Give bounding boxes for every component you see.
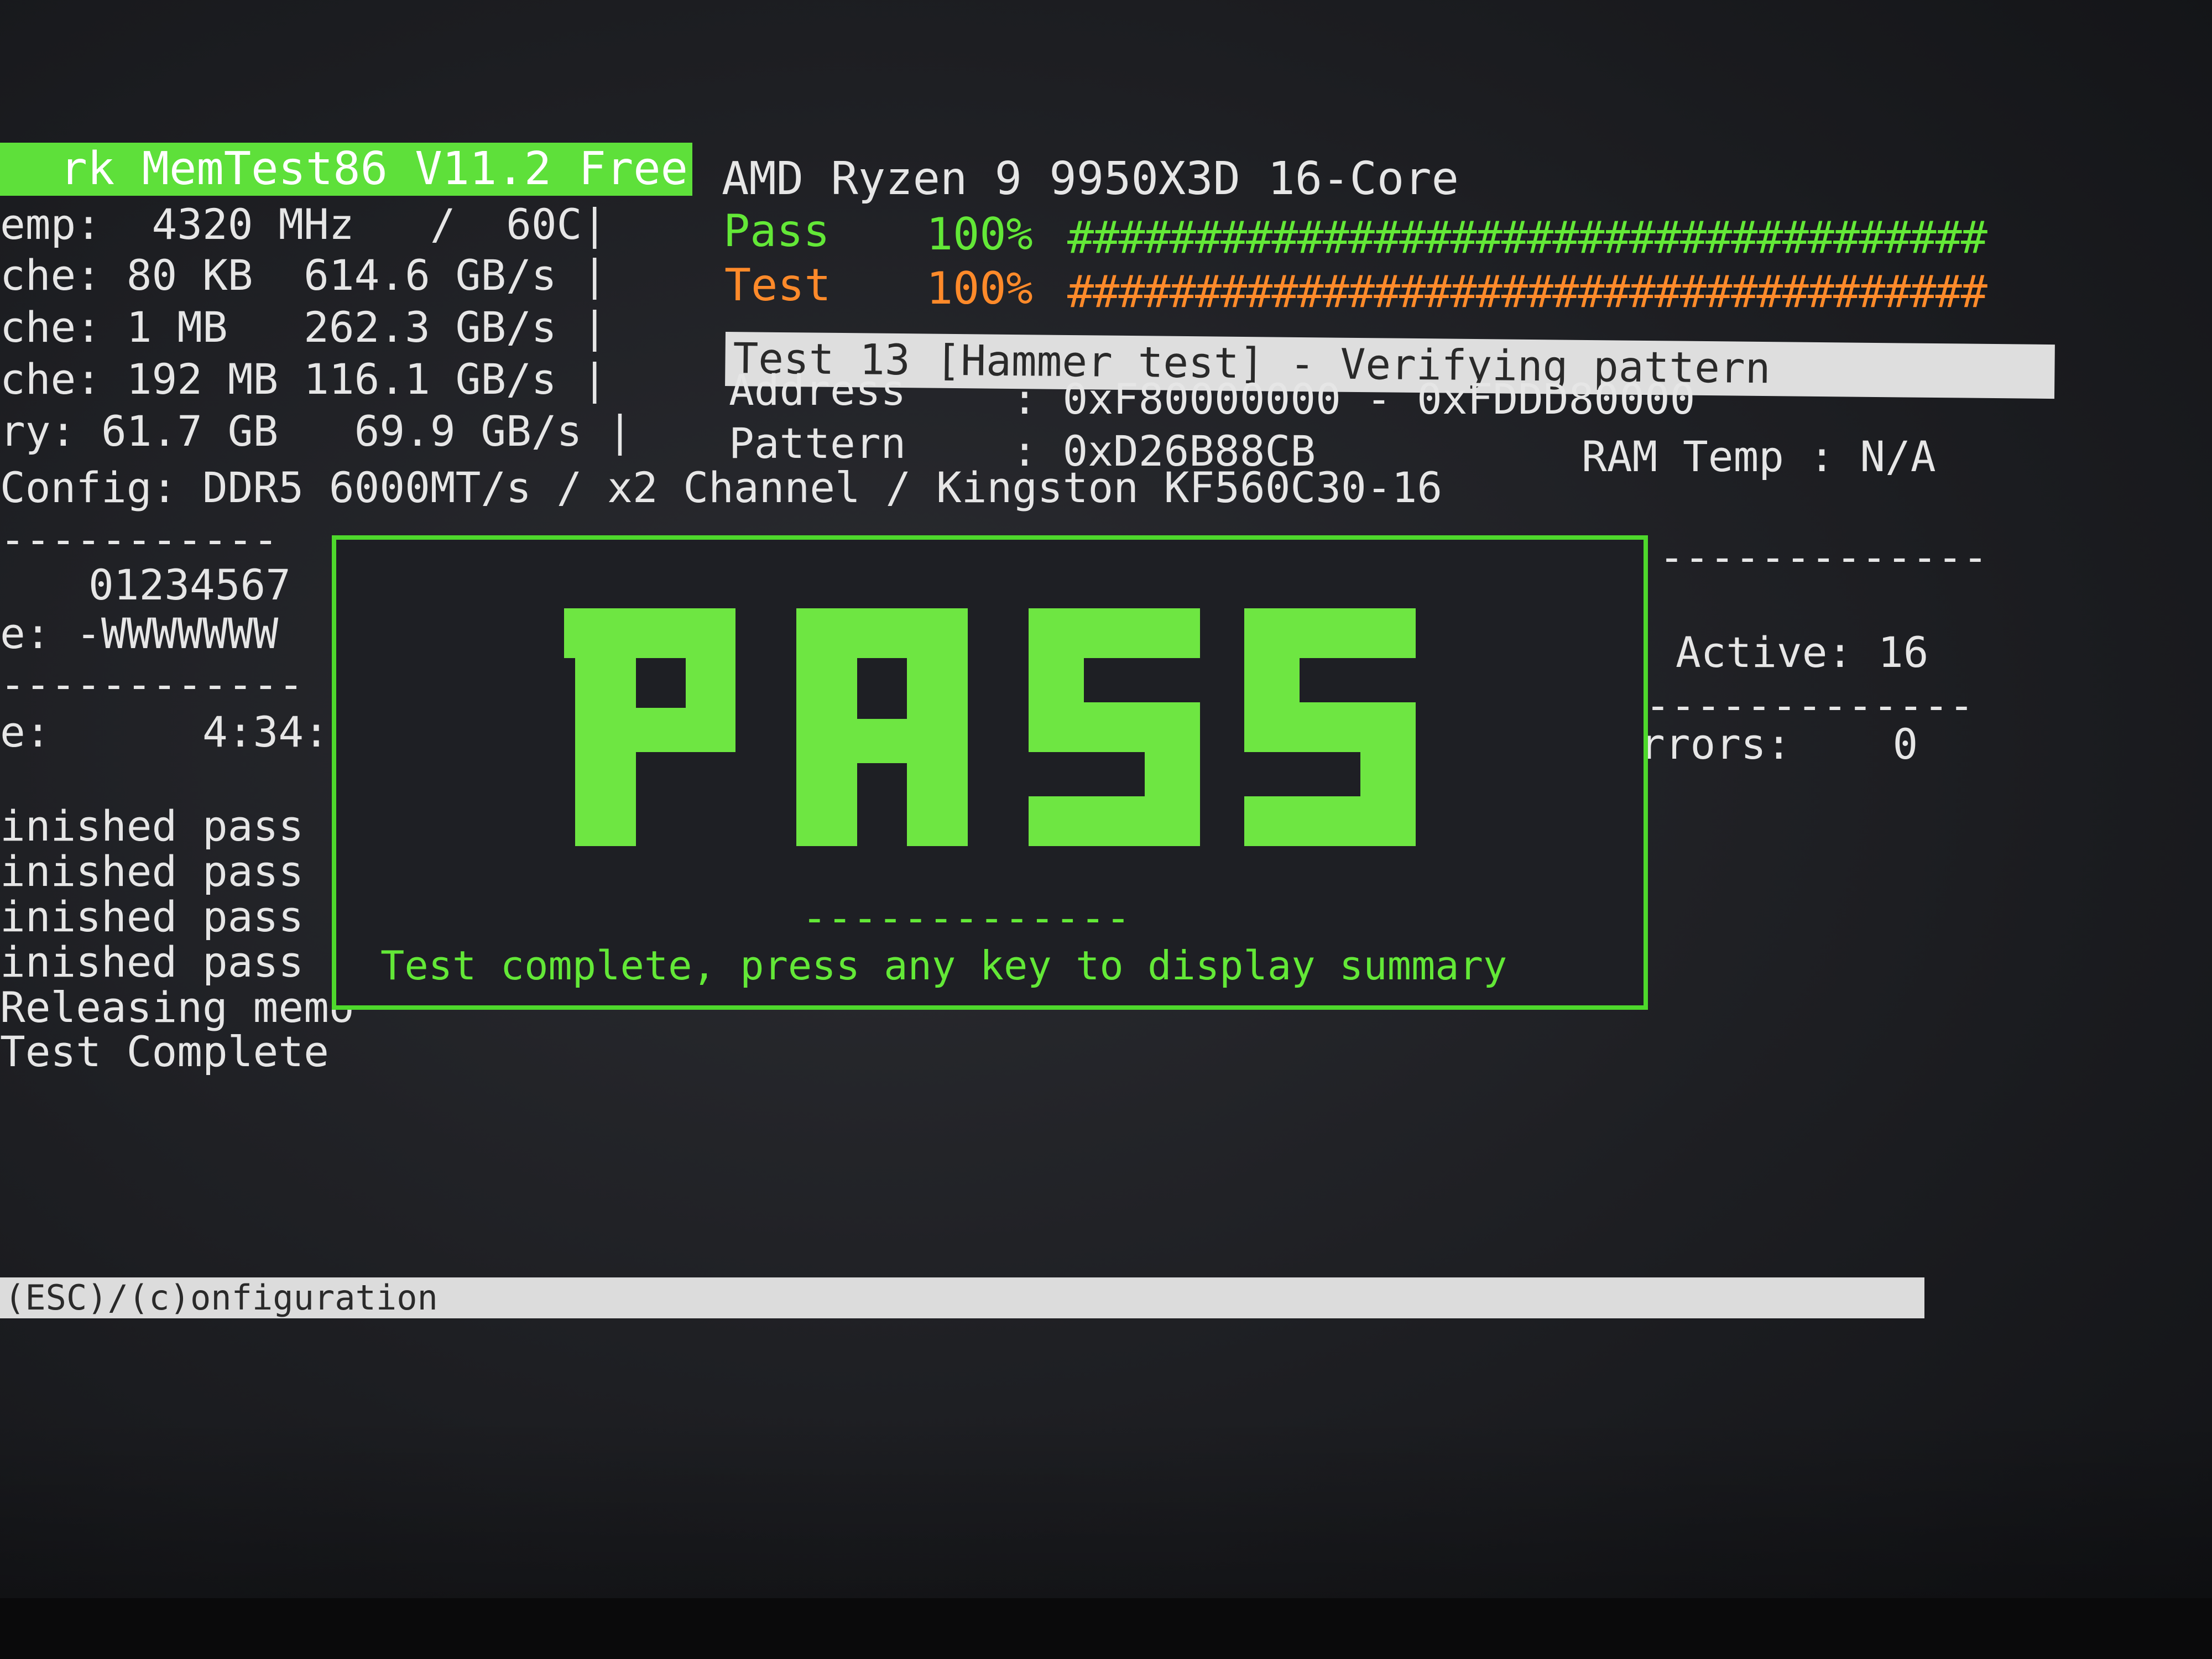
log-line: inished pass	[0, 937, 304, 987]
result-divider: -------------	[802, 893, 1131, 942]
pass-letter-s	[1029, 608, 1200, 846]
log-line: Test Complete	[0, 1027, 329, 1076]
app-title: rk MemTest86 V11.2 Free	[60, 143, 688, 195]
address-label: Address	[729, 366, 906, 415]
log-line: inished pass	[0, 847, 304, 896]
pass-label: Pass	[723, 205, 830, 257]
test-percent: 100%	[926, 263, 1033, 314]
monitor-bezel	[0, 1598, 2212, 1659]
elapsed-time: e: 4:34:	[0, 707, 329, 757]
log-line: inished pass	[0, 892, 304, 941]
pass-banner	[564, 608, 1416, 846]
stat-line-memory: ry: 61.7 GB 69.9 GB/s |	[0, 406, 633, 456]
pass-letter-s	[1244, 608, 1416, 846]
footer-hint: (ESC)/(c)onfiguration	[4, 1277, 438, 1318]
log-line: inished pass	[0, 801, 304, 851]
stat-line-clock: emp: 4320 MHz / 60C|	[0, 200, 608, 249]
log-line: Releasing memo	[0, 983, 354, 1032]
cpu-core-map: 01234567	[88, 560, 291, 609]
pass-percent: 100%	[926, 208, 1033, 260]
stat-line-l2-cache: che: 1 MB 262.3 GB/s |	[0, 302, 608, 352]
result-message: Test complete, press any key to display …	[380, 942, 1507, 989]
stat-line-l1-cache: che: 80 KB 614.6 GB/s |	[0, 251, 608, 300]
stat-line-l3-cache: che: 192 MB 116.1 GB/s |	[0, 354, 608, 404]
address-value: : 0xF80000000 - 0xFDDD80000	[1012, 374, 1695, 424]
pattern-label: Pattern	[729, 419, 906, 468]
pattern-value: : 0xD26B88CB	[1012, 426, 1316, 476]
cpu-model: AMD Ryzen 9 9950X3D 16-Core	[722, 153, 1459, 205]
pass-letter-p	[564, 608, 735, 846]
cpu-core-state: e: -WWWWWWW	[0, 609, 279, 658]
pass-progress-bar: ####################################	[1067, 212, 1987, 263]
app-title-bar: rk MemTest86 V11.2 Free	[0, 143, 692, 196]
pass-letter-a	[796, 608, 968, 846]
footer-hint-bar: (ESC)/(c)onfiguration	[0, 1277, 1924, 1318]
test-progress-bar: ####################################	[1067, 266, 1987, 317]
test-label: Test	[724, 259, 831, 311]
active-cpus: Active: 16	[1676, 628, 1929, 677]
divider: ------------	[0, 660, 304, 709]
ram-temp: RAM Temp : N/A	[1582, 432, 1936, 481]
error-count: rrors: 0	[1640, 719, 1918, 769]
divider: -------------	[1659, 533, 1988, 582]
divider: -----------	[0, 515, 279, 564]
